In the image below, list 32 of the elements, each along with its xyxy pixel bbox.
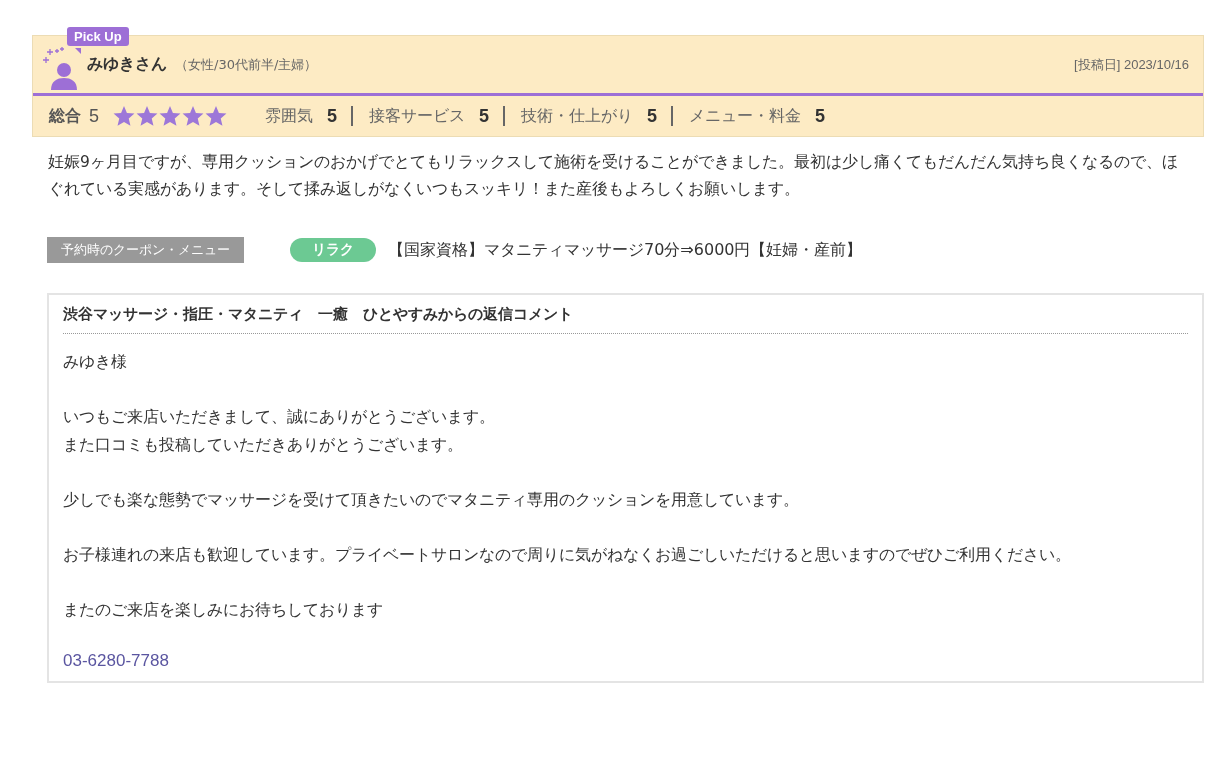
reply-text: みゆき様: [63, 352, 128, 373]
rating-label: 技術・仕上がり: [521, 105, 634, 127]
reply-text: またのご来店を楽しみにお待ちしております: [63, 600, 384, 621]
rating-score: 5: [479, 105, 490, 127]
coupon-label: 予約時のクーポン・メニュー: [47, 237, 244, 263]
review-text: 妊娠9ヶ月目ですが、専用クッションのおかげでとてもリラックスして施術を受けることができました。最初は少し痛くてもだんだん気持ち良くなるので、ほぐれている実感があります。そして揉み返しがなくいつもスッキリ！また産後もよろしくお願いします。: [48, 152, 1179, 200]
star-icon: [136, 106, 158, 126]
category-tag: リラク: [290, 238, 376, 262]
rating-score: 5: [815, 105, 826, 127]
reply-text: また口コミも投稿していただきありがとうございます。: [63, 435, 464, 456]
phone-link[interactable]: 03-6280-7788: [63, 651, 169, 671]
reply-text: いつもご来店いただきまして、誠にありがとうございます。: [63, 407, 496, 428]
rating-label: 雰囲気: [265, 105, 313, 127]
rating-score: 5: [327, 105, 338, 127]
rating-label: メニュー・料金: [689, 105, 802, 127]
rating-score: 5: [647, 105, 658, 127]
reviewer-name: みゆきさん: [87, 54, 167, 75]
overall-score: 5: [89, 105, 99, 127]
overall-label: 総合: [49, 105, 81, 127]
reviewer-profile: （女性/30代前半/主婦）: [175, 55, 318, 74]
reply-text: お子様連れの来店も歓迎しています。プライベートサロンなので周りに気がねなくお過ごしいただけると思いますのでぜひご利用ください。: [63, 545, 1072, 566]
star-icon: [159, 106, 181, 126]
star-icon: [205, 106, 227, 126]
pick-up-badge: Pick Up: [67, 27, 129, 46]
badge-tail-icon: [75, 48, 81, 54]
coupon-title: 【国家資格】マタニティマッサージ70分⇒6000円【妊婦・産前】: [388, 239, 863, 261]
reply-title: 渋谷マッサージ・指圧・マタニティ 一癒 ひとやすみからの返信コメント: [63, 305, 1188, 334]
post-date: [投稿日] 2023/10/16: [1074, 55, 1189, 74]
star-icon: [113, 106, 135, 126]
star-icon: [182, 106, 204, 126]
rating-label: 接客サービス: [369, 105, 466, 127]
reply-text: 少しでも楽な態勢でマッサージを受けて頂きたいのでマタニティ専用のクッションを用意しています。: [63, 490, 800, 511]
